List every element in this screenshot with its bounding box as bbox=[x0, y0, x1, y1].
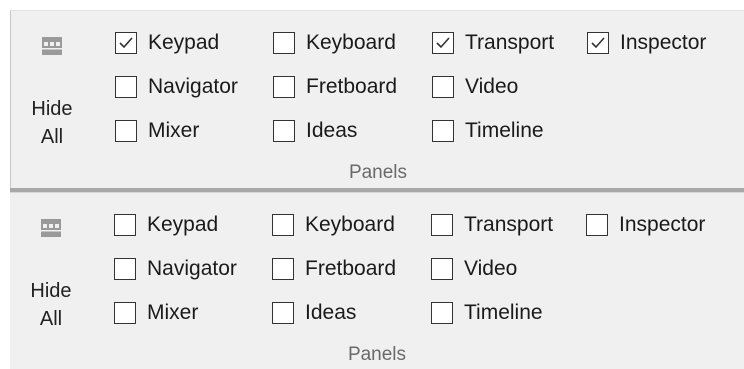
checkbox-box[interactable] bbox=[273, 32, 295, 54]
checkbox-box[interactable] bbox=[115, 76, 137, 98]
checkbox-video[interactable]: Video bbox=[431, 256, 517, 282]
checkbox-label: Keypad bbox=[147, 213, 219, 236]
checkbox-label: Mixer bbox=[148, 119, 200, 142]
checkbox-box[interactable] bbox=[272, 258, 294, 280]
checkbox-label: Keypad bbox=[148, 31, 220, 54]
checkbox-label: Timeline bbox=[464, 301, 543, 324]
hide-all-button[interactable]: Hide All bbox=[30, 207, 96, 330]
checkbox-label: Navigator bbox=[147, 257, 237, 280]
checkbox-ideas[interactable]: Ideas bbox=[272, 300, 356, 326]
checkbox-box[interactable] bbox=[431, 214, 453, 236]
checkbox-box[interactable] bbox=[114, 258, 136, 280]
checkbox-box[interactable] bbox=[431, 258, 453, 280]
checkbox-inspector[interactable]: Inspector bbox=[586, 212, 705, 238]
checkbox-box[interactable] bbox=[431, 302, 453, 324]
checkbox-label: Navigator bbox=[148, 75, 238, 98]
checkbox-transport[interactable]: Transport bbox=[432, 30, 554, 56]
checkbox-label: Inspector bbox=[619, 213, 706, 236]
checkbox-keyboard[interactable]: Keyboard bbox=[272, 212, 395, 238]
panels-group-top: Hide All Keypad Keyboard Transport Inspe… bbox=[10, 10, 744, 188]
checkbox-inspector[interactable]: Inspector bbox=[587, 30, 706, 56]
hide-all-label: Hide All bbox=[31, 98, 73, 148]
checkbox-label: Fretboard bbox=[305, 257, 397, 280]
checkmark-icon bbox=[119, 37, 133, 49]
checkbox-box[interactable] bbox=[432, 32, 454, 54]
group-label: Panels bbox=[348, 162, 408, 183]
checkbox-label: Transport bbox=[465, 31, 555, 54]
checkbox-box[interactable] bbox=[272, 302, 294, 324]
panel-grid-icon bbox=[41, 219, 61, 237]
checkbox-label: Inspector bbox=[620, 31, 707, 54]
checkbox-label: Video bbox=[464, 257, 518, 280]
checkbox-navigator[interactable]: Navigator bbox=[115, 74, 238, 100]
checkbox-timeline[interactable]: Timeline bbox=[431, 300, 543, 326]
checkbox-label: Timeline bbox=[465, 119, 544, 142]
group-label: Panels bbox=[347, 344, 407, 365]
checkbox-label: Transport bbox=[464, 213, 554, 236]
checkbox-label: Ideas bbox=[306, 119, 358, 142]
checkbox-box[interactable] bbox=[273, 76, 295, 98]
checkbox-label: Keyboard bbox=[306, 31, 396, 54]
checkmark-icon bbox=[436, 37, 450, 49]
checkbox-box[interactable] bbox=[114, 214, 136, 236]
checkbox-label: Fretboard bbox=[306, 75, 398, 98]
checkbox-timeline[interactable]: Timeline bbox=[432, 118, 544, 144]
panel-grid-icon bbox=[42, 37, 62, 55]
checkbox-box[interactable] bbox=[432, 76, 454, 98]
checkbox-fretboard[interactable]: Fretboard bbox=[272, 256, 396, 282]
hide-all-button[interactable]: Hide All bbox=[31, 25, 97, 148]
checkbox-box[interactable] bbox=[115, 120, 137, 142]
checkbox-keyboard[interactable]: Keyboard bbox=[273, 30, 396, 56]
checkmark-icon bbox=[591, 37, 605, 49]
checkbox-box[interactable] bbox=[115, 32, 137, 54]
checkbox-ideas[interactable]: Ideas bbox=[273, 118, 357, 144]
checkbox-transport[interactable]: Transport bbox=[431, 212, 553, 238]
checkbox-keypad[interactable]: Keypad bbox=[114, 212, 218, 238]
checkbox-video[interactable]: Video bbox=[432, 74, 518, 100]
checkbox-mixer[interactable]: Mixer bbox=[115, 118, 199, 144]
checkbox-box[interactable] bbox=[272, 214, 294, 236]
checkbox-box[interactable] bbox=[432, 120, 454, 142]
hide-all-label: Hide All bbox=[30, 280, 72, 330]
checkbox-box[interactable] bbox=[586, 214, 608, 236]
checkbox-label: Video bbox=[465, 75, 519, 98]
checkbox-label: Ideas bbox=[305, 301, 357, 324]
checkbox-label: Keyboard bbox=[305, 213, 395, 236]
checkbox-box[interactable] bbox=[114, 302, 136, 324]
panels-group-bottom: Hide All Keypad Keyboard Transport Inspe… bbox=[10, 192, 744, 369]
checkbox-navigator[interactable]: Navigator bbox=[114, 256, 237, 282]
checkbox-box[interactable] bbox=[273, 120, 295, 142]
checkbox-fretboard[interactable]: Fretboard bbox=[273, 74, 397, 100]
checkbox-keypad[interactable]: Keypad bbox=[115, 30, 219, 56]
checkbox-mixer[interactable]: Mixer bbox=[114, 300, 198, 326]
checkbox-box[interactable] bbox=[587, 32, 609, 54]
checkbox-label: Mixer bbox=[147, 301, 199, 324]
